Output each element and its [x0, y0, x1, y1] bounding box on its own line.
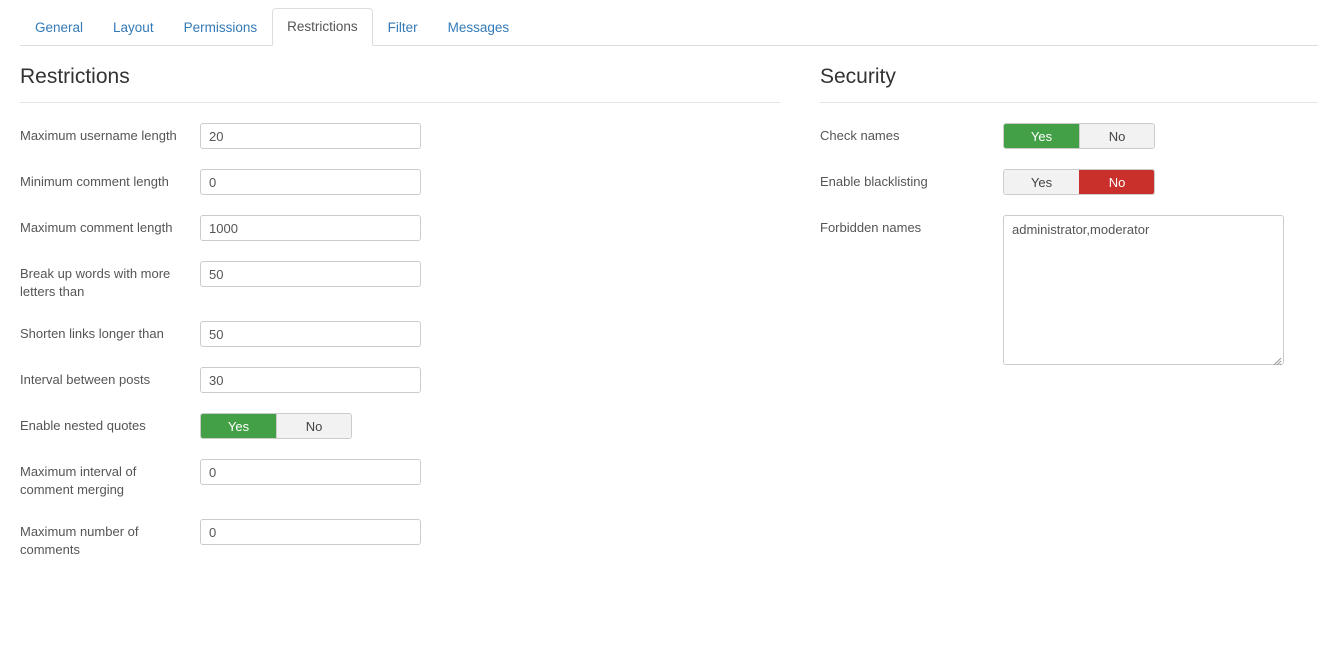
form-row-maximum-comment-length: Maximum comment length — [20, 215, 780, 241]
input-maximum-username-length[interactable] — [200, 123, 421, 149]
field-control-forbidden-names — [1003, 215, 1318, 368]
form-row-check-names: Check names Yes No — [820, 123, 1318, 149]
toggle-yes-check-names[interactable]: Yes — [1004, 124, 1079, 148]
form-row-break-up-words-with-more-letters-than: Break up words with more letters than — [20, 261, 780, 301]
field-label-shorten-links-longer-than: Shorten links longer than — [20, 326, 164, 341]
textarea-wrapper-forbidden-names — [1003, 215, 1284, 368]
field-control-maximum-username-length — [200, 123, 780, 149]
input-maximum-number-of-comments[interactable] — [200, 519, 421, 545]
field-control-check-names: Yes No — [1003, 123, 1318, 149]
toggle-yes-enable-nested-quotes[interactable]: Yes — [201, 414, 276, 438]
tab-layout[interactable]: Layout — [98, 9, 169, 46]
field-control-shorten-links-longer-than — [200, 321, 780, 347]
form-row-enable-nested-quotes: Enable nested quotes Yes No — [20, 413, 780, 439]
tab-restrictions[interactable]: Restrictions — [272, 8, 373, 46]
form-row-forbidden-names: Forbidden names — [820, 215, 1318, 368]
field-label-forbidden-names: Forbidden names — [820, 220, 922, 235]
field-label-maximum-comment-length: Maximum comment length — [20, 220, 173, 235]
form-row-minimum-comment-length: Minimum comment length — [20, 169, 780, 195]
form-row-maximum-username-length: Maximum username length — [20, 123, 780, 149]
form-row-interval-between-posts: Interval between posts — [20, 367, 780, 393]
field-label-minimum-comment-length: Minimum comment length — [20, 174, 169, 189]
field-label-enable-nested-quotes: Enable nested quotes — [20, 418, 146, 433]
input-maximum-interval-of-comment-merging[interactable] — [200, 459, 421, 485]
toggle-check-names: Yes No — [1003, 123, 1155, 149]
restrictions-section-title: Restrictions — [20, 64, 780, 103]
textarea-forbidden-names[interactable] — [1003, 215, 1284, 365]
tab-bar: General Layout Permissions Restrictions Filt… — [20, 8, 1318, 46]
field-label-interval-between-posts: Interval between posts — [20, 372, 151, 387]
field-label-maximum-number-of-comments: Maximum number of comments — [20, 524, 139, 557]
toggle-no-enable-nested-quotes[interactable]: No — [276, 414, 351, 438]
form-row-maximum-number-of-comments: Maximum number of comments — [20, 519, 780, 559]
input-shorten-links-longer-than[interactable] — [200, 321, 421, 347]
toggle-enable-blacklisting: Yes No — [1003, 169, 1155, 195]
security-section-title: Security — [820, 64, 1318, 103]
tab-list: General Layout Permissions Restrictions Filt… — [20, 8, 1318, 46]
security-form: Check names Yes No Enable blacklisting Yes No… — [820, 123, 1318, 368]
toggle-no-enable-blacklisting[interactable]: No — [1079, 170, 1154, 194]
restrictions-column: Restrictions Maximum username length Mini… — [20, 64, 780, 579]
form-row-shorten-links-longer-than: Shorten links longer than — [20, 321, 780, 347]
field-control-minimum-comment-length — [200, 169, 780, 195]
field-label-maximum-interval-of-comment-merging: Maximum interval of comment merging — [20, 464, 137, 497]
tab-general[interactable]: General — [20, 9, 98, 46]
security-column: Security Check names Yes No Enable blacklis… — [820, 64, 1318, 386]
field-control-enable-blacklisting: Yes No — [1003, 169, 1318, 195]
input-interval-between-posts[interactable] — [200, 367, 421, 393]
form-row-maximum-interval-of-comment-merging: Maximum interval of comment merging — [20, 459, 780, 499]
input-maximum-comment-length[interactable] — [200, 215, 421, 241]
input-minimum-comment-length[interactable] — [200, 169, 421, 195]
tab-messages[interactable]: Messages — [433, 9, 525, 46]
field-label-check-names: Check names — [820, 128, 900, 143]
field-control-break-up-words-with-more-letters-than — [200, 261, 780, 287]
field-label-enable-blacklisting: Enable blacklisting — [820, 174, 928, 189]
toggle-enable-nested-quotes: Yes No — [200, 413, 352, 439]
field-control-maximum-interval-of-comment-merging — [200, 459, 780, 485]
field-label-maximum-username-length: Maximum username length — [20, 128, 177, 143]
field-control-maximum-comment-length — [200, 215, 780, 241]
toggle-yes-enable-blacklisting[interactable]: Yes — [1004, 170, 1079, 194]
input-break-up-words-with-more-letters-than[interactable] — [200, 261, 421, 287]
restrictions-form: Maximum username length Minimum comment l… — [20, 123, 780, 559]
field-control-interval-between-posts — [200, 367, 780, 393]
tab-filter[interactable]: Filter — [373, 9, 433, 46]
tab-permissions[interactable]: Permissions — [169, 9, 273, 46]
toggle-no-check-names[interactable]: No — [1079, 124, 1154, 148]
field-control-enable-nested-quotes: Yes No — [200, 413, 780, 439]
field-control-maximum-number-of-comments — [200, 519, 780, 545]
form-row-enable-blacklisting: Enable blacklisting Yes No — [820, 169, 1318, 195]
field-label-break-up-words-with-more-letters-than: Break up words with more letters than — [20, 266, 171, 299]
